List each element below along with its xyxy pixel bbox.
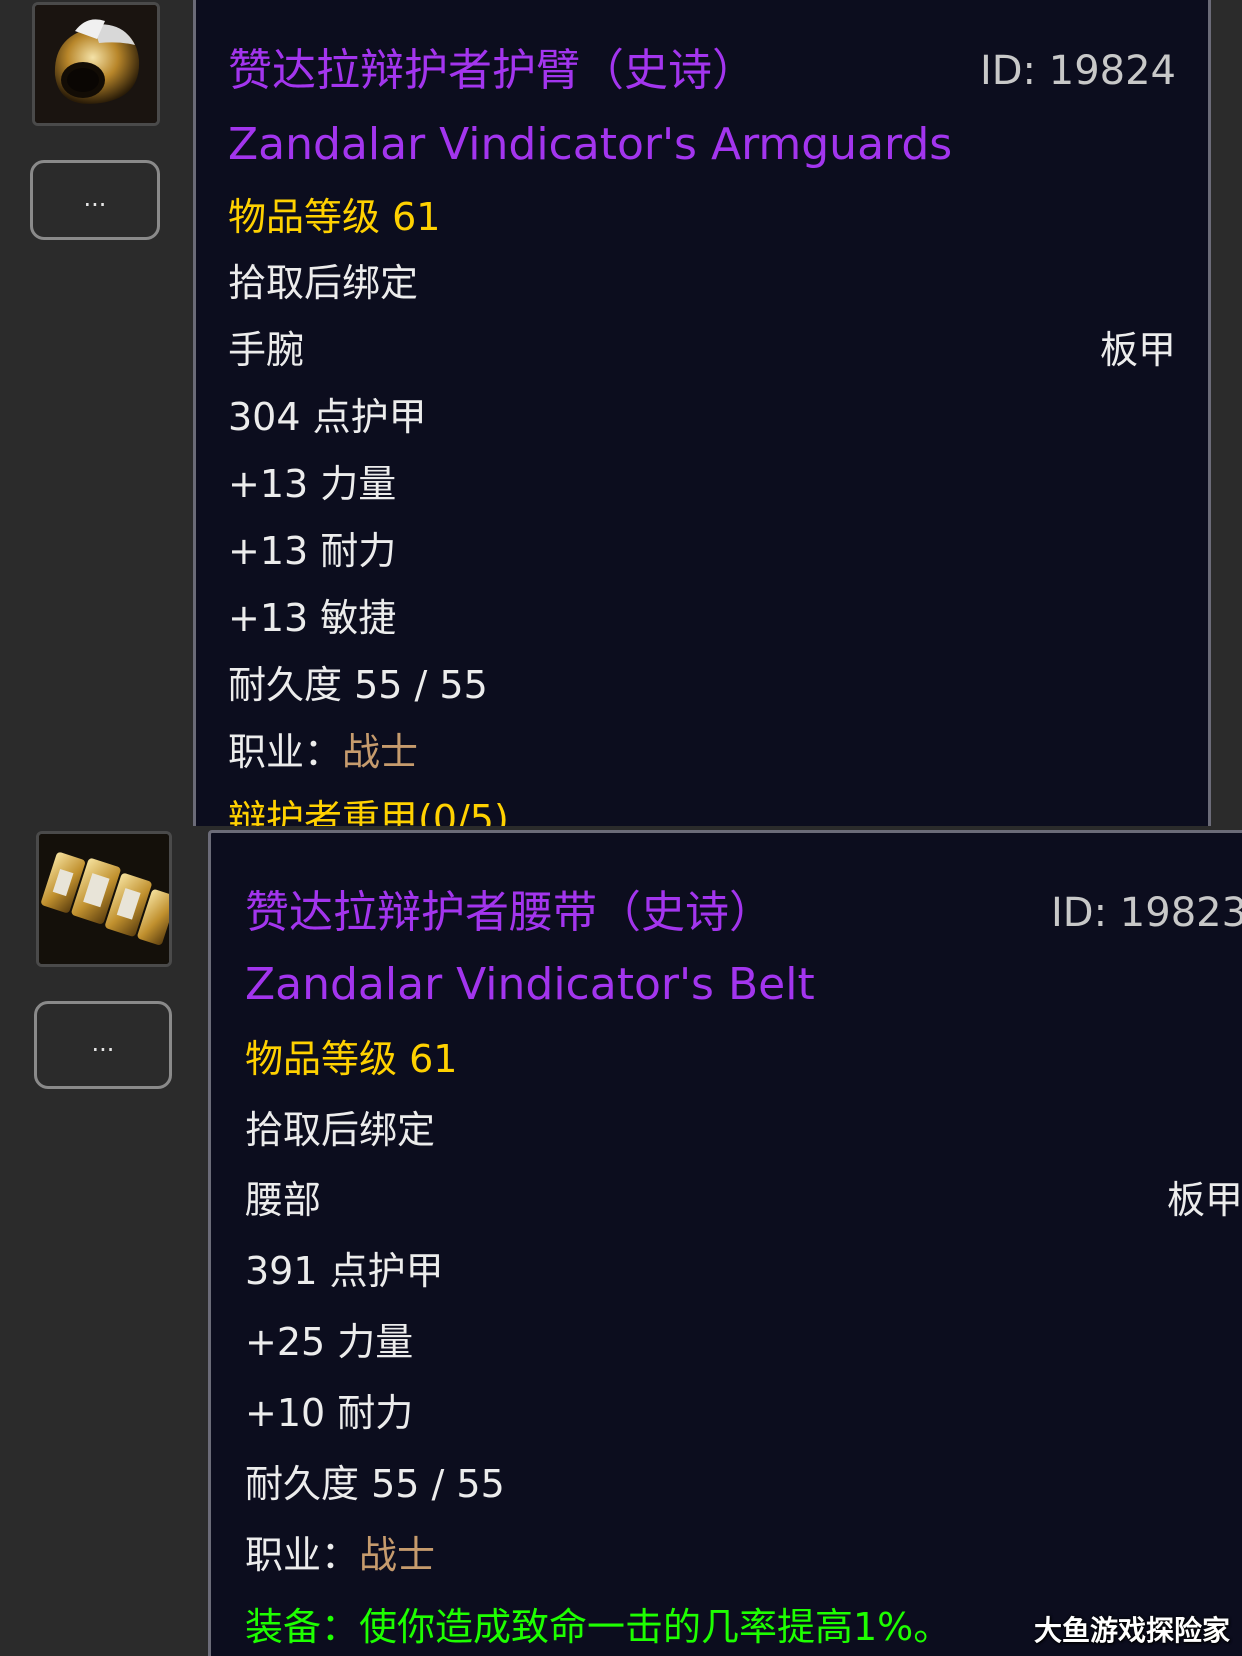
slot-text: 手腕 — [228, 328, 305, 372]
item-tooltip: 赞达拉辩护者护臂（史诗） ID: 19824 Zandalar Vindicat… — [193, 0, 1211, 826]
slot-text: 腰部 — [245, 1178, 322, 1222]
armor-value: 304 点护甲 — [228, 395, 427, 439]
durability-text: 耐久度 55 / 55 — [245, 1462, 505, 1506]
item-name-en: Zandalar Vindicator's Armguards — [228, 119, 953, 170]
stat-stamina: +13 耐力 — [228, 529, 397, 573]
stat-strength: +25 力量 — [245, 1320, 414, 1364]
class-name: 战士 — [342, 730, 419, 774]
armguards-icon[interactable] — [32, 2, 160, 126]
item-name-cn: 赞达拉辩护者腰带（史诗） — [245, 887, 773, 938]
item-card-armguards: ... 赞达拉辩护者护臂（史诗） ID: 19824 Zandalar Vind… — [0, 0, 1242, 826]
item-id: ID: 19824 — [979, 48, 1176, 94]
stat-stamina: +10 耐力 — [245, 1391, 414, 1435]
class-restriction: 职业：战士 — [245, 1533, 435, 1577]
more-options-button[interactable]: ... — [34, 1001, 172, 1089]
set-name[interactable]: 辩护者重甲(0/5) — [228, 797, 509, 826]
class-restriction: 职业：战士 — [228, 730, 418, 774]
class-label: 职业： — [228, 730, 343, 774]
class-label: 职业： — [245, 1533, 360, 1577]
item-card-belt: ... 赞达拉辩护者腰带（史诗） ID: 19823 Zandalar Vind… — [0, 826, 1242, 1656]
durability-text: 耐久度 55 / 55 — [228, 663, 488, 707]
stat-agility: +13 敏捷 — [228, 596, 397, 640]
stat-strength: +13 力量 — [228, 462, 397, 506]
binding-text: 拾取后绑定 — [228, 261, 419, 305]
armor-value: 391 点护甲 — [245, 1249, 444, 1293]
binding-text: 拾取后绑定 — [245, 1108, 436, 1152]
belt-icon[interactable] — [36, 831, 172, 967]
armor-type-text: 板甲 — [1099, 328, 1176, 372]
item-name-cn: 赞达拉辩护者护臂（史诗） — [228, 45, 756, 96]
more-options-label: ... — [91, 1029, 115, 1057]
item-name-en: Zandalar Vindicator's Belt — [245, 959, 815, 1010]
armor-type-text: 板甲 — [1167, 1178, 1242, 1222]
watermark: 大鱼游戏探险家 — [1033, 1614, 1230, 1647]
class-name: 战士 — [359, 1533, 436, 1577]
more-options-button[interactable]: ... — [30, 160, 160, 240]
item-id: ID: 19823 — [1051, 890, 1242, 936]
more-options-label: ... — [83, 184, 107, 212]
item-level: 物品等级 61 — [245, 1037, 458, 1081]
equip-effect: 装备：使你造成致命一击的几率提高1%。 — [245, 1605, 952, 1649]
item-level: 物品等级 61 — [228, 195, 441, 239]
item-tooltip: 赞达拉辩护者腰带（史诗） ID: 19823 Zandalar Vindicat… — [208, 830, 1242, 1656]
